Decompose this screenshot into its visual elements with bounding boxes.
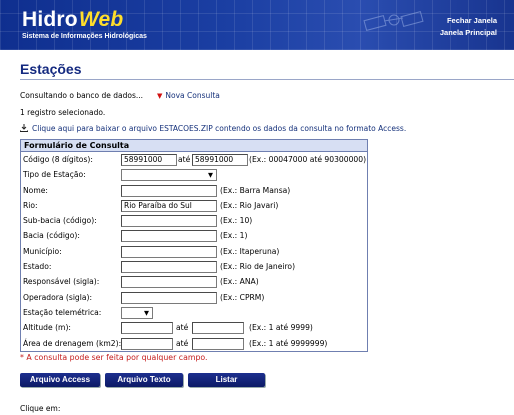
drenagem-ate-label: até [176, 338, 189, 348]
close-window-link[interactable]: Fechar Janela [440, 15, 497, 27]
triangle-down-icon: ▼ [157, 92, 163, 100]
form-note: * A consulta pode ser feita por qualquer… [20, 353, 208, 362]
row-rio: Rio: Rio Paraíba do Sul (Ex.: Rio Javari… [21, 198, 367, 213]
records-count: 1 registro selecionado. [20, 108, 106, 117]
subbacia-example: (Ex.: 10) [220, 216, 253, 226]
nome-label: Nome: [23, 185, 48, 195]
tipo-label: Tipo de Estação: [23, 170, 86, 180]
bacia-input[interactable] [121, 230, 217, 243]
municipio-label: Município: [23, 246, 62, 256]
drenagem-to-input[interactable] [192, 337, 244, 350]
download-link[interactable]: Clique aqui para baixar o arquivo ESTACO… [20, 124, 406, 133]
access-file-button[interactable]: Arquivo Access [20, 373, 100, 387]
codigo-from-input[interactable]: 58991000 [121, 154, 177, 166]
responsavel-label: Responsável (sigla): [23, 277, 100, 287]
satellite-icon [363, 10, 424, 32]
dropdown-arrow-icon: ▼ [144, 308, 149, 317]
title-divider [20, 79, 514, 80]
drenagem-from-input[interactable] [121, 337, 173, 350]
footer-click-text: Clique em: [20, 404, 61, 413]
logo-hidro-text: Hidro [22, 8, 78, 31]
page-title: Estações [20, 61, 82, 77]
codigo-ate-label: até [178, 155, 191, 164]
system-subtitle: Sistema de Informações Hidrológicas [22, 33, 147, 40]
download-link-text: Clique aqui para baixar o arquivo ESTACO… [32, 124, 407, 133]
nome-example: (Ex.: Barra Mansa) [220, 185, 291, 195]
row-codigo: Código (8 dígitos): 58991000 até 5899100… [21, 152, 367, 167]
bacia-label: Bacia (código): [23, 231, 80, 241]
row-altitude: Altitude (m): até (Ex.: 1 até 9999) [21, 320, 367, 335]
row-subbacia: Sub-bacia (código): (Ex.: 10) [21, 213, 367, 228]
codigo-example: (Ex.: 00047000 até 90300000) [249, 155, 367, 164]
telemetrica-label: Estação telemétrica: [23, 307, 102, 317]
row-nome: Nome: (Ex.: Barra Mansa) [21, 183, 367, 198]
dropdown-arrow-icon: ▼ [208, 171, 213, 180]
estado-label: Estado: [23, 262, 52, 272]
estado-example: (Ex.: Rio de Janeiro) [220, 262, 296, 272]
municipio-input[interactable] [121, 245, 217, 258]
new-query-link[interactable]: ▼ Nova Consulta [157, 91, 220, 100]
form-heading: Formulário de Consulta [21, 140, 367, 152]
codigo-to-input[interactable]: 58991000 [192, 154, 248, 166]
altitude-label: Altitude (m): [23, 323, 71, 333]
subbacia-input[interactable] [121, 215, 217, 228]
top-links: Fechar Janela Janela Principal [440, 15, 497, 39]
list-button[interactable]: Listar [188, 373, 265, 387]
row-telemetrica: Estação telemétrica: ▼ [21, 305, 367, 320]
drenagem-label: Área de drenagem (km2): [23, 338, 122, 348]
bacia-example: (Ex.: 1) [220, 231, 248, 241]
altitude-from-input[interactable] [121, 322, 173, 335]
operadora-input[interactable] [121, 291, 217, 304]
row-estado: Estado: (Ex.: Rio de Janeiro) [21, 259, 367, 274]
hidroweb-logo: HidroWeb [22, 8, 123, 32]
main-window-link[interactable]: Janela Principal [440, 27, 497, 39]
row-municipio: Município: (Ex.: Itaperuna) [21, 244, 367, 259]
responsavel-input[interactable] [121, 276, 217, 289]
estado-input[interactable] [121, 261, 217, 274]
tipo-select[interactable]: ▼ [121, 169, 217, 182]
download-icon [20, 124, 28, 132]
row-drenagem: Área de drenagem (km2): até (Ex.: 1 até … [21, 336, 367, 351]
row-operadora: Operadora (sigla): (Ex.: CPRM) [21, 290, 367, 305]
altitude-example: (Ex.: 1 até 9999) [249, 323, 313, 333]
row-bacia: Bacia (código): (Ex.: 1) [21, 228, 367, 243]
municipio-example: (Ex.: Itaperuna) [220, 246, 280, 256]
new-query-label: Nova Consulta [165, 91, 220, 100]
operadora-label: Operadora (sigla): [23, 292, 93, 302]
telemetrica-select[interactable]: ▼ [121, 306, 153, 319]
header-banner: HidroWeb Sistema de Informações Hidrológ… [0, 0, 514, 50]
text-file-button[interactable]: Arquivo Texto [105, 373, 183, 387]
rio-input[interactable]: Rio Paraíba do Sul [121, 199, 217, 212]
operadora-example: (Ex.: CPRM) [220, 292, 265, 302]
rio-label: Rio: [23, 200, 38, 210]
altitude-ate-label: até [176, 323, 189, 333]
rio-example: (Ex.: Rio Javari) [220, 200, 279, 210]
query-form: Formulário de Consulta Código (8 dígitos… [20, 139, 368, 352]
codigo-label: Código (8 dígitos): [23, 155, 93, 164]
subbacia-label: Sub-bacia (código): [23, 216, 97, 226]
nome-input[interactable] [121, 184, 217, 197]
row-responsavel: Responsável (sigla): (Ex.: ANA) [21, 274, 367, 289]
status-text: Consultando o banco de dados... [20, 91, 144, 100]
responsavel-example: (Ex.: ANA) [220, 277, 259, 287]
logo-web-text: Web [78, 8, 124, 31]
altitude-to-input[interactable] [192, 322, 244, 335]
row-tipo: Tipo de Estação: ▼ [21, 167, 367, 182]
drenagem-example: (Ex.: 1 até 9999999) [249, 338, 328, 348]
